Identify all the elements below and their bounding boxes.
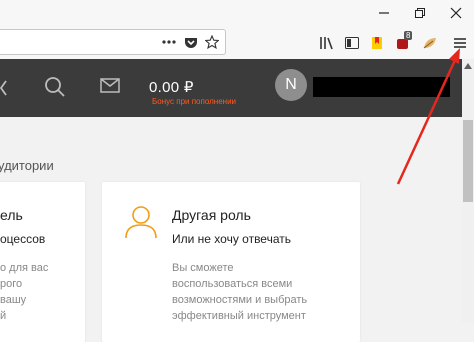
role-title: ель (0, 207, 23, 223)
username-redacted[interactable] (313, 77, 450, 97)
role-description-line: Вы сможете (172, 262, 234, 274)
mail-icon[interactable] (100, 78, 120, 94)
role-description-line: воспользоваться всеми (172, 278, 293, 290)
browser-toolbar: 8 (0, 26, 474, 60)
open-menu-button[interactable] (449, 26, 471, 59)
restore-button[interactable] (402, 0, 438, 26)
extension-badge: 8 (404, 31, 413, 40)
window-titlebar (0, 0, 474, 26)
extension-button[interactable]: 8 (392, 26, 416, 59)
bonus-link[interactable]: Бонус при пополнении (152, 97, 236, 106)
role-description-line: о для вас (0, 262, 49, 274)
search-icon[interactable] (44, 76, 66, 98)
avatar-letter: N (285, 76, 297, 93)
page-actions-button[interactable] (159, 30, 179, 54)
library-icon (320, 36, 333, 49)
minimize-button[interactable] (366, 0, 402, 26)
role-card-other[interactable]: Другая роль Или не хочу отвечать Вы смож… (102, 182, 360, 342)
role-description-line: вашу (0, 294, 27, 306)
pocket-button[interactable] (181, 30, 201, 54)
role-description-line: рого (0, 278, 23, 290)
url-bar[interactable] (0, 29, 226, 55)
scrollbar-thumb[interactable] (463, 120, 473, 202)
yandex-bookmark-icon (372, 36, 382, 49)
pocket-icon (185, 37, 197, 48)
scroll-up-icon[interactable] (464, 63, 472, 69)
restore-icon (415, 8, 425, 18)
hamburger-menu-icon (454, 37, 466, 48)
role-card-left[interactable]: ель оцессов о для вас рого вашу й (0, 182, 85, 342)
more-dots-icon (162, 40, 176, 44)
minimize-icon (379, 12, 389, 14)
yandex-bookmark-button[interactable] (366, 26, 388, 59)
role-subtitle: оцессов (0, 232, 46, 246)
balance-amount[interactable]: 0.00 ₽ (149, 78, 194, 96)
back-chevron-icon[interactable] (0, 76, 10, 100)
close-icon (450, 7, 462, 19)
role-description-line: возможностями и выбрать (172, 294, 308, 306)
close-window-button[interactable] (438, 0, 474, 26)
avatar[interactable]: N (275, 69, 307, 101)
extension-leaf-icon (423, 37, 436, 48)
extension-button-2[interactable] (419, 26, 441, 59)
user-outline-icon (125, 206, 157, 239)
bookmark-star-button[interactable] (202, 30, 222, 54)
star-icon (205, 35, 219, 49)
sidebar-button[interactable] (341, 26, 363, 59)
role-title: Другая роль (172, 207, 251, 223)
role-description-line: й (0, 310, 7, 322)
role-description-line: эффективный инструмент (172, 310, 306, 322)
sidebar-icon (345, 36, 359, 49)
role-subtitle: Или не хочу отвечать (172, 232, 291, 246)
section-heading: удитории (0, 158, 54, 173)
library-button[interactable] (316, 26, 338, 59)
